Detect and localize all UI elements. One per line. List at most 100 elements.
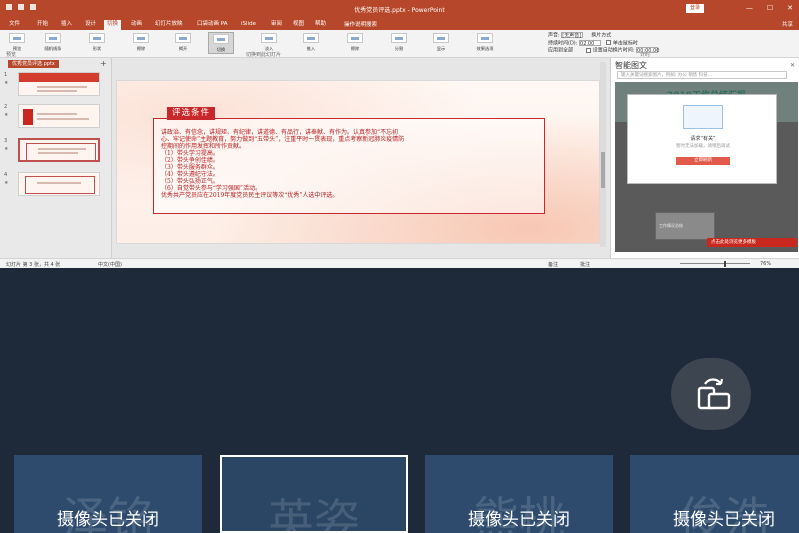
transition-icon (433, 33, 449, 43)
slide-line: 讲政治、有信念，讲规矩、有纪律，讲道德、有品行，讲奉献、有作为。认真参加“不忘初 (161, 129, 399, 136)
language-indicator[interactable]: 中文(中国) (98, 261, 122, 268)
slide-line: （2）带头争创佳绩。 (161, 157, 219, 164)
transition-reveal[interactable]: 显示 (428, 32, 454, 54)
template-card[interactable]: 工作情况总结 (655, 212, 715, 240)
pane-search-input[interactable]: 输入关键词搜索图片，例如: 办公 销售 科技... (617, 71, 787, 79)
notes-button[interactable]: 备注 (548, 261, 558, 268)
tab-review[interactable]: 审阅 (268, 20, 285, 30)
dialog-subtitle: 暂时无法加载，请稍后再试 (676, 144, 730, 149)
participant-tile[interactable]: 熊桃 摄像头已关闭 (425, 455, 613, 533)
slide-line: （6）自觉带头参与“学习强国”活动。 (161, 185, 261, 192)
transition-push[interactable]: 推入 (298, 32, 324, 54)
transition-icon (303, 33, 319, 43)
tab-file[interactable]: 文件 (6, 20, 23, 30)
transition-star-icon: ★ (4, 80, 9, 86)
transition-shape[interactable]: 形状 (84, 32, 110, 54)
slide-line: 优秀共产党员应在2019年度党员民主评议等次“优秀”人选中评选。 (161, 192, 339, 199)
participant-tile[interactable]: 俊浩 摄像头已关闭 (630, 455, 799, 533)
camera-status: 摄像头已关闭 (673, 510, 775, 530)
slide-body: 讲政治、有信念，讲规矩、有纪律，讲道德、有品行，讲奉献、有作为。认真参加“不忘初… (161, 129, 541, 199)
title-bar: 优秀党员评选.pptx - PowerPoint 登录 — ☐ ✕ (0, 0, 799, 18)
transition-star-icon: ★ (4, 180, 9, 186)
auto-advance-input[interactable]: 00:00.00 (636, 47, 659, 54)
smart-design-pane: 智能图文 ✕ 输入关键词搜索图片，例如: 办公 销售 科技... 2019工作总… (610, 58, 799, 258)
auto-advance-label: 设置自动换片时间: (592, 47, 635, 54)
transition-wipe[interactable]: 擦除 (128, 32, 154, 54)
camera-status: 摄像头已关闭 (468, 510, 570, 530)
slide-line: （5）带头弘扬正气。 (161, 178, 219, 185)
pane-title: 智能图文 (615, 61, 647, 70)
slide-line: （1）带头学习提高。 (161, 150, 219, 157)
participant-tile-selected[interactable]: 英姿 (220, 455, 408, 533)
slide-thumbnail[interactable]: 2 ★ (4, 104, 104, 130)
slide-line: 心、牢记使命”主题教育，努力做到“五带头”，注重平时一贯表现，重点考察新冠肺炎疫… (161, 136, 405, 143)
status-bar: 幻灯片 第 3 张，共 4 张 中文(中国) 备注 批注 76% (0, 258, 799, 268)
slide-thumbnail[interactable]: 4 ★ (4, 172, 104, 198)
slide-line: （3）带头服务群众。 (161, 164, 219, 171)
timing-group: 声音: [无声音] 换片方式 持续时间(D): 02.00 单击鼠标时 应用到全… (548, 32, 659, 55)
duration-input[interactable]: 02.00 (579, 39, 602, 47)
switch-screen-button[interactable] (671, 358, 751, 430)
sound-select[interactable]: [无声音] (561, 32, 584, 39)
zoom-level[interactable]: 76% (760, 261, 771, 267)
monitor-illustration-icon (683, 105, 723, 129)
current-slide[interactable]: 评选条件 讲政治、有信念，讲规矩、有纪律，讲道德、有品行，讲奉献、有作为。认真参… (116, 80, 600, 244)
close-icon[interactable]: ✕ (787, 4, 793, 12)
tab-islide[interactable]: iSlide (238, 20, 259, 30)
slide-thumbnail-image (18, 138, 100, 162)
duration-label: 持续时间(D): (548, 40, 578, 46)
more-templates-banner[interactable]: 点击此处浏览更多模板 (707, 238, 797, 247)
slide-counter: 幻灯片 第 3 张，共 4 张 (6, 262, 61, 268)
advance-label: 换片方式 (591, 32, 612, 39)
tab-transitions[interactable]: 切换 (104, 20, 122, 30)
tab-animations[interactable]: 动画 (128, 20, 145, 30)
apply-all-button[interactable]: 应用到全部 (548, 48, 573, 54)
transition-split[interactable]: 分割 (386, 32, 412, 54)
vertical-scrollbar[interactable] (600, 62, 606, 247)
zoom-slider[interactable] (680, 263, 750, 264)
camera-status: 摄像头已关闭 (57, 510, 159, 530)
minimize-icon[interactable]: — (746, 4, 753, 12)
slide-thumbnail-selected[interactable]: 3 ★ (4, 138, 104, 164)
document-tab[interactable]: 优秀党员评选.pptx (8, 60, 59, 68)
transition-uncover[interactable]: 揭开 (170, 32, 196, 54)
pane-close-icon[interactable]: ✕ (790, 62, 795, 69)
slide-thumbnail-image (18, 72, 100, 96)
share-button[interactable]: 共享 (782, 20, 793, 28)
preview-icon (9, 33, 25, 43)
comments-button[interactable]: 批注 (580, 261, 590, 268)
window-controls: — ☐ ✕ (746, 4, 793, 12)
slide-thumbnail-image (18, 172, 100, 196)
transition-cover-selected[interactable]: 切换 (208, 32, 234, 54)
effect-options-icon (477, 33, 493, 43)
auto-advance-checkbox[interactable] (585, 47, 591, 53)
transition-star-icon: ★ (4, 112, 9, 118)
transition-icon (261, 33, 277, 43)
on-click-checkbox[interactable] (605, 40, 611, 45)
transition-wipe-2[interactable]: 擦除 (342, 32, 368, 54)
slide-thumbnail[interactable]: 1 ★ (4, 72, 104, 98)
zoom-slider-handle[interactable] (724, 261, 726, 267)
tab-insert[interactable]: 插入 (58, 20, 75, 30)
transition-random-bars[interactable]: 随机线条 (40, 32, 66, 54)
sound-label: 声音: (548, 32, 560, 39)
tab-design[interactable]: 设计 (82, 20, 99, 30)
refresh-button[interactable]: 立即刷新 (676, 157, 730, 165)
slide-heading: 评选条件 (167, 107, 216, 120)
dialog-title: 请求“有关” (690, 136, 716, 142)
tab-home[interactable]: 开始 (34, 20, 51, 30)
tab-slideshow[interactable]: 幻灯片放映 (152, 20, 186, 30)
participant-tile[interactable]: 泽铭 摄像头已关闭 (14, 455, 202, 533)
tab-help[interactable]: 帮助 (312, 20, 329, 30)
transition-icon (45, 33, 61, 43)
tab-view[interactable]: 视图 (290, 20, 307, 30)
effect-options-button[interactable]: 效果选项 (472, 32, 498, 54)
maximize-icon[interactable]: ☐ (767, 4, 773, 12)
group-label-preview: 预览 (6, 52, 17, 58)
new-tab-icon[interactable]: + (100, 59, 107, 68)
tell-me-search[interactable]: 操作说明搜索 (344, 20, 377, 28)
transition-icon (213, 34, 229, 44)
account-button[interactable]: 登录 (685, 4, 704, 13)
group-label-transitions: 切换到此幻灯片 (246, 52, 282, 58)
tab-pocket-animation[interactable]: 口袋动画 PA (194, 20, 230, 30)
